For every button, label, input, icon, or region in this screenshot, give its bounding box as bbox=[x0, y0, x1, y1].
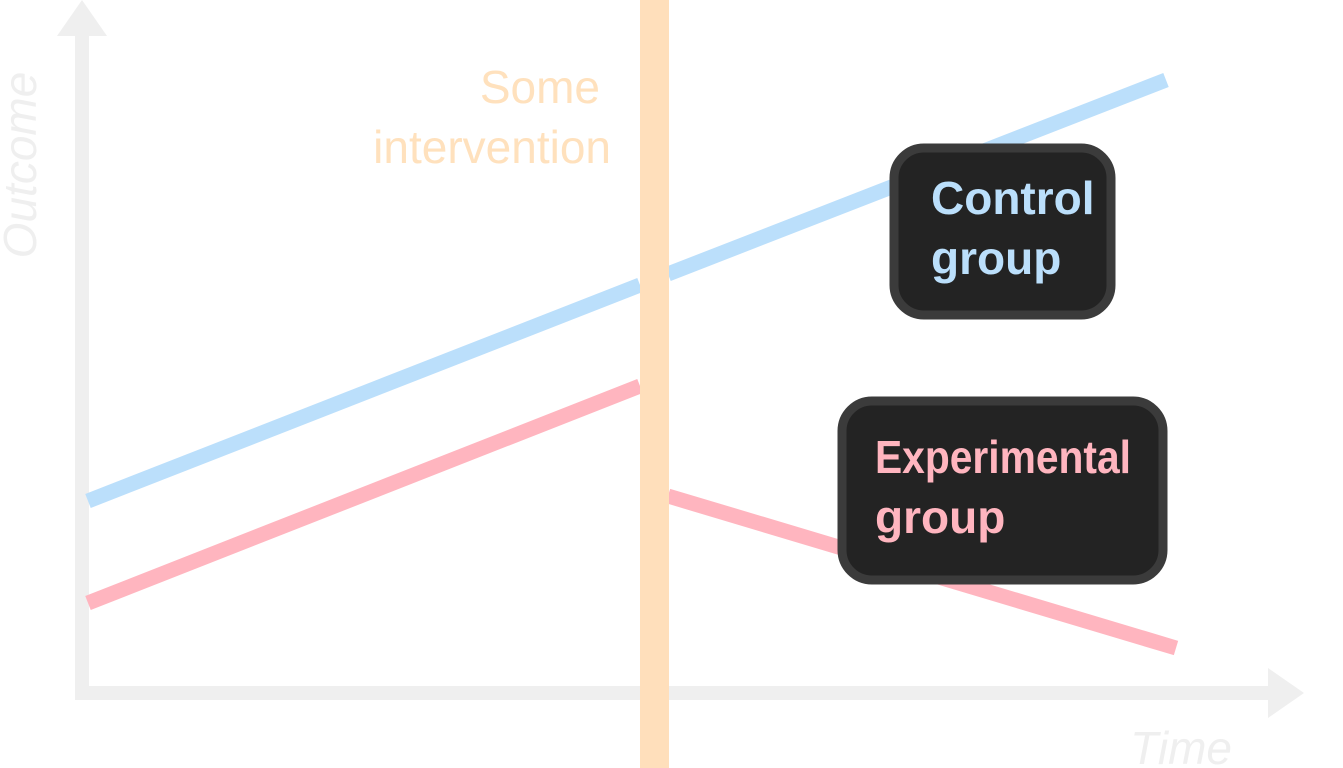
intervention-bar bbox=[640, 0, 669, 768]
control-group-label-line-2: group bbox=[931, 232, 1061, 284]
intervention-label: Some bbox=[480, 61, 600, 113]
experimental-group-label-line-2: group bbox=[875, 491, 1005, 543]
intervention-diagram: Outcome Time Some intervention Control g… bbox=[0, 0, 1304, 768]
x-axis-title: Time bbox=[1130, 722, 1232, 768]
axes bbox=[57, 0, 1304, 718]
intervention-label-line-2: intervention bbox=[373, 121, 611, 173]
experimental-line-before bbox=[85, 379, 643, 610]
control-line-before bbox=[85, 278, 643, 508]
experimental-group-label: Experimental bbox=[875, 431, 1131, 483]
diagram-canvas: Outcome Time Some intervention Control g… bbox=[0, 0, 1343, 768]
control-group-callout: Control group bbox=[889, 143, 1116, 320]
y-axis-title: Outcome bbox=[0, 72, 46, 259]
y-axis-arrowhead bbox=[57, 0, 107, 36]
experimental-group-callout: Experimental group bbox=[837, 396, 1168, 585]
x-axis-arrowhead bbox=[1268, 668, 1304, 718]
control-group-label: Control bbox=[931, 172, 1095, 224]
